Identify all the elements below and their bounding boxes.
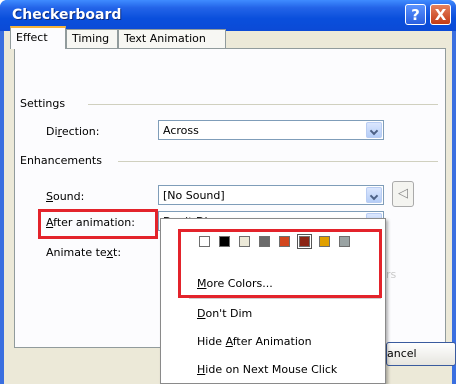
settings-divider	[88, 104, 438, 105]
direction-select[interactable]: Across	[158, 120, 384, 140]
color-swatch[interactable]	[239, 236, 250, 247]
speaker-icon[interactable]: ◁	[392, 181, 414, 207]
dont-dim-item[interactable]: Don't Dim	[197, 307, 252, 320]
title-bar[interactable]: Checkerboard ? X	[0, 0, 456, 31]
after-animation-dropdown: More Colors... Don't Dim Hide After Anim…	[160, 218, 386, 384]
sound-value: [No Sound]	[163, 189, 225, 202]
tab-effect[interactable]: Effect	[10, 26, 66, 49]
color-swatch[interactable]	[339, 236, 350, 247]
color-swatch[interactable]	[259, 236, 270, 247]
enhancements-divider	[118, 161, 438, 162]
settings-group-label: Settings	[20, 97, 70, 110]
color-swatch[interactable]	[219, 236, 230, 247]
direction-label: Direction:	[46, 125, 100, 138]
direction-value: Across	[163, 124, 199, 137]
tab-timing[interactable]: Timing	[66, 29, 118, 48]
color-swatch[interactable]	[279, 236, 290, 247]
window-title: Checkerboard	[12, 7, 122, 23]
sound-select[interactable]: [No Sound]	[158, 185, 384, 205]
hidden-overflow-text: rs	[386, 268, 397, 281]
help-button[interactable]: ?	[405, 4, 426, 25]
color-swatch[interactable]	[319, 236, 330, 247]
close-button[interactable]: X	[430, 4, 451, 25]
hide-on-next-click-item[interactable]: Hide on Next Mouse Click	[197, 363, 337, 376]
enhancements-group-label: Enhancements	[20, 154, 106, 167]
color-swatch[interactable]	[199, 236, 210, 247]
color-swatch[interactable]	[297, 234, 312, 249]
more-colors-item[interactable]: More Colors...	[197, 277, 273, 290]
chevron-down-icon[interactable]	[366, 122, 382, 138]
animate-text-label: Animate text:	[46, 246, 122, 259]
chevron-down-icon[interactable]	[366, 187, 382, 203]
hide-after-animation-item[interactable]: Hide After Animation	[197, 335, 312, 348]
sound-label: Sound:	[46, 190, 85, 203]
after-animation-label: After animation:	[46, 216, 135, 229]
cancel-button[interactable]: ancel	[386, 342, 456, 366]
menu-separator	[189, 298, 381, 299]
tab-text-animation[interactable]: Text Animation	[118, 29, 226, 48]
